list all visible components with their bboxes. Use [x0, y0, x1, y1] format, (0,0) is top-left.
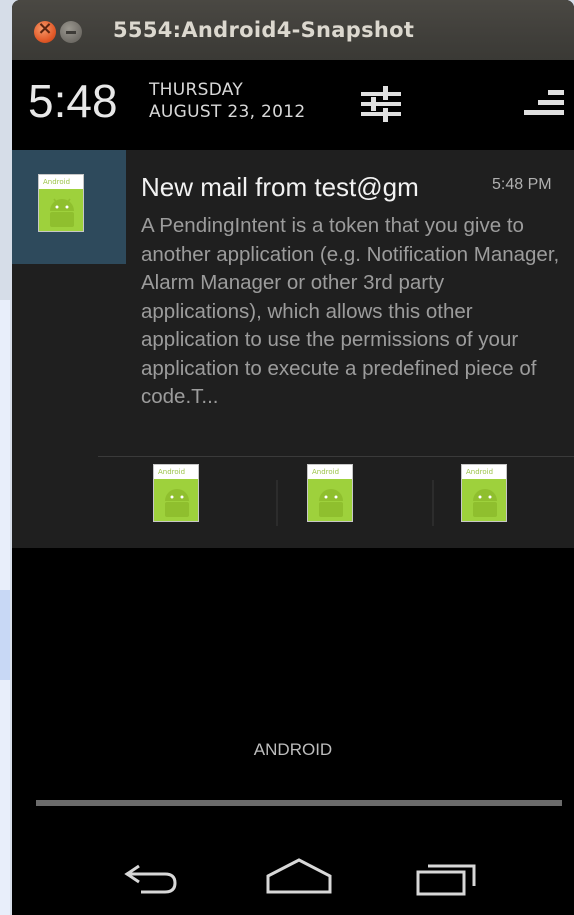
notification-time: 5:48 PM	[492, 176, 552, 193]
clear-notifications-icon[interactable]	[522, 86, 566, 122]
back-icon[interactable]	[117, 852, 187, 902]
notification-shade-handle[interactable]	[36, 800, 562, 806]
navigation-bar	[12, 840, 574, 915]
android-action-icon: Android	[153, 464, 199, 522]
notification-card[interactable]: Android New mail from test@gm 5:48 PM A …	[12, 150, 574, 548]
notification-icon-container: Android	[12, 150, 126, 264]
notification-action-3[interactable]: Android	[461, 464, 574, 544]
android-action-icon: Android	[307, 464, 353, 522]
close-icon[interactable]	[34, 18, 56, 43]
notification-body: A PendingIntent is a token that you give…	[141, 214, 560, 408]
android-action-icon: Android	[461, 464, 507, 522]
desktop-background-strip-accent	[0, 590, 10, 680]
notification-divider	[98, 456, 574, 457]
window-titlebar[interactable]: 5554:Android4-Snapshot	[12, 0, 574, 60]
action-separator	[432, 480, 434, 526]
carrier-label: ANDROID	[253, 740, 333, 759]
minimize-icon[interactable]	[60, 21, 82, 43]
recent-apps-icon[interactable]	[412, 852, 482, 902]
quick-settings-icon[interactable]	[359, 84, 403, 124]
notification-action-1[interactable]: Android	[153, 464, 307, 544]
notification-action-2[interactable]: Android	[307, 464, 461, 544]
weekday-label: THURSDAY	[149, 80, 244, 100]
action-separator	[276, 480, 278, 526]
home-icon[interactable]	[264, 852, 334, 902]
android-app-icon: Android	[38, 174, 84, 232]
window-title: 5554:Android4-Snapshot	[113, 18, 415, 42]
clock: 5:48	[28, 75, 118, 127]
notification-header: 5:48 THURSDAY AUGUST 23, 2012	[12, 60, 574, 150]
emulator-window: 5554:Android4-Snapshot 5:48 THURSDAY AUG…	[12, 0, 574, 915]
notification-title: New mail from test@gm	[141, 172, 419, 202]
date-label: AUGUST 23, 2012	[149, 102, 306, 122]
